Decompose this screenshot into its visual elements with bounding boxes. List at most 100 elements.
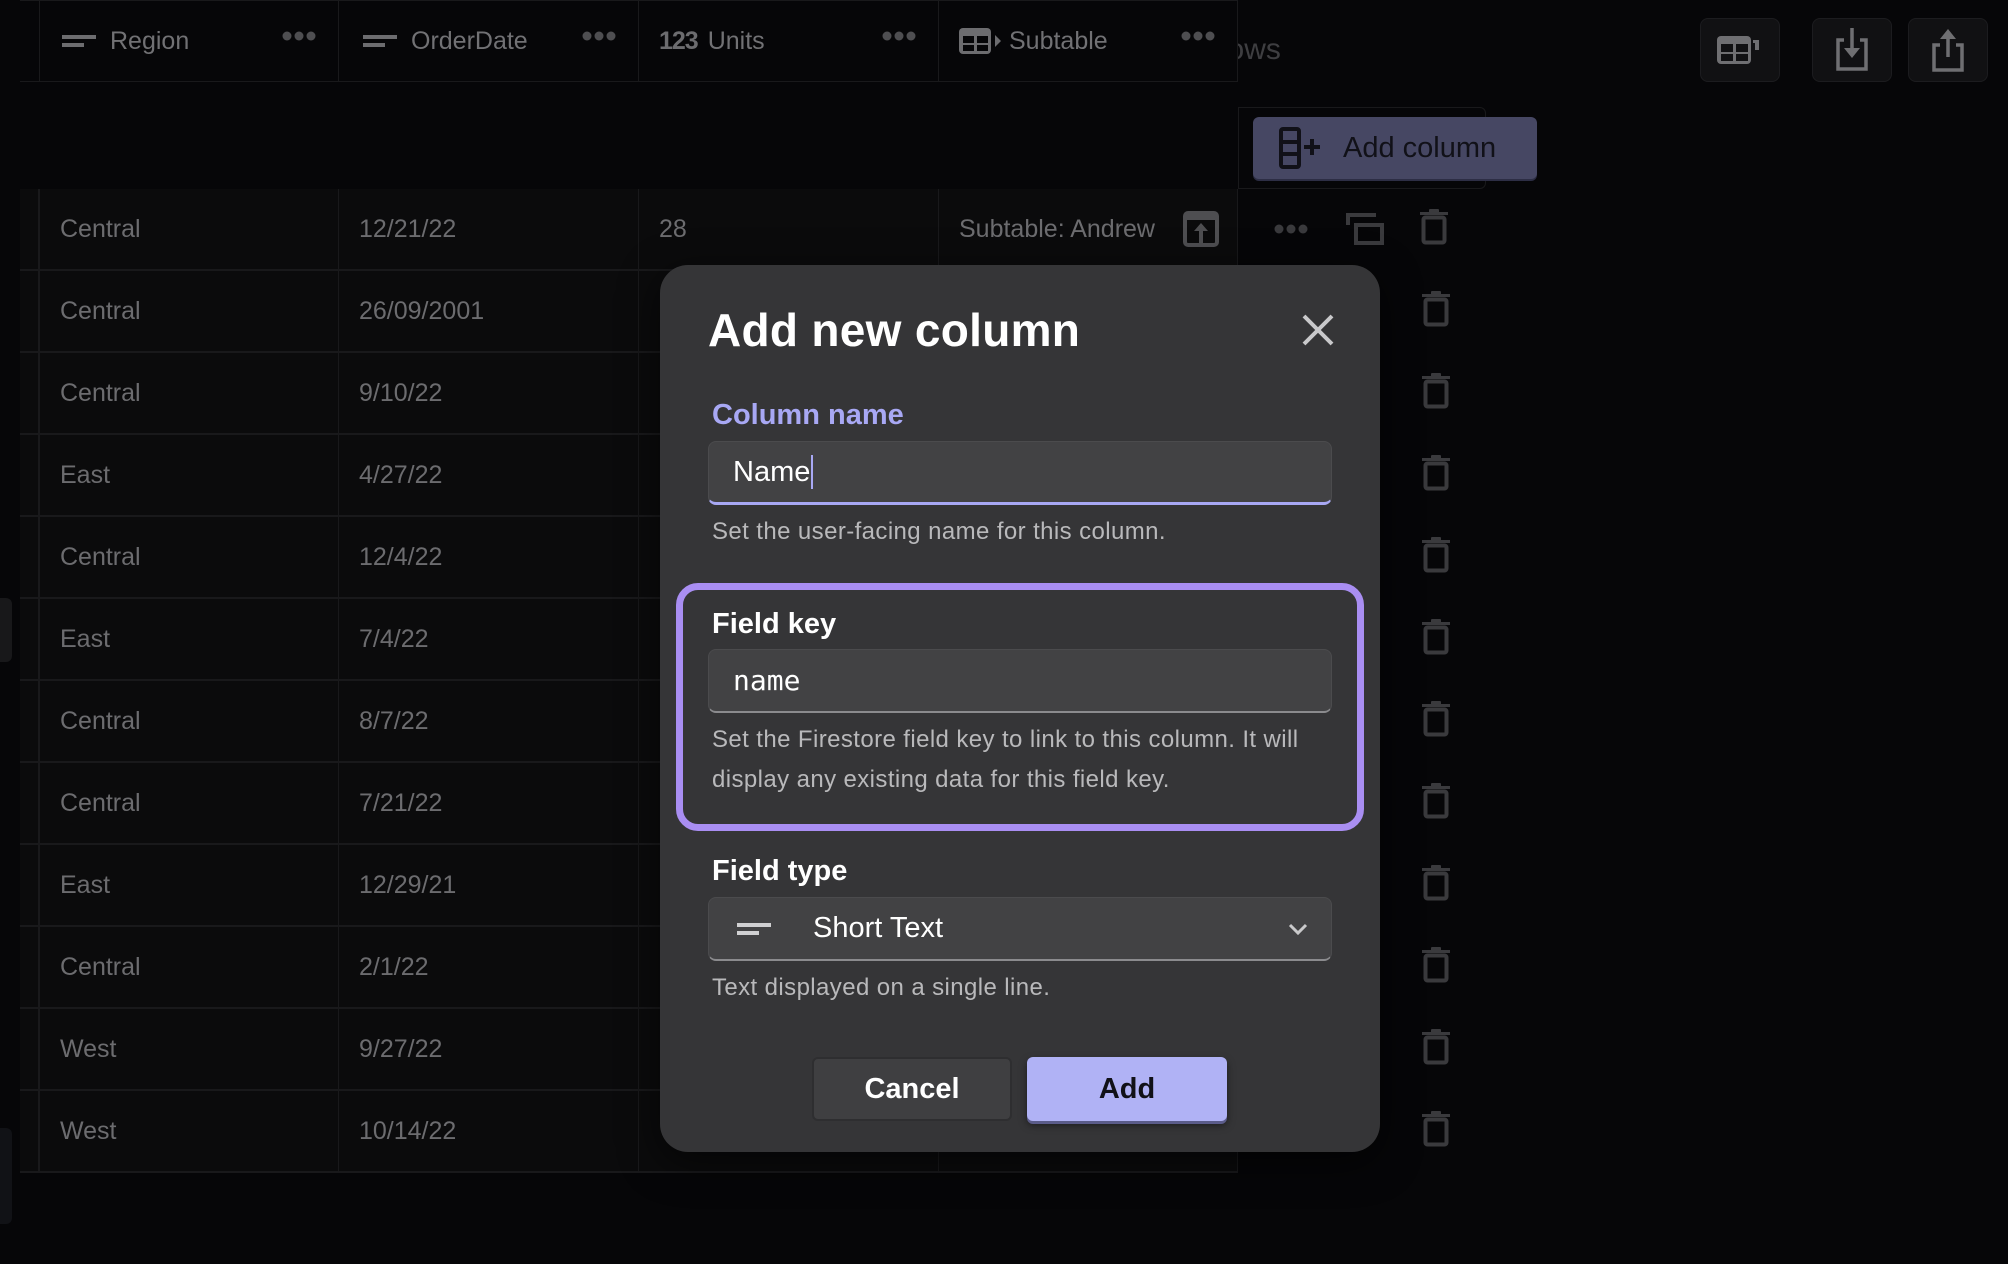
column-header-orderdate[interactable]: OrderDate [339, 0, 639, 82]
cell-text: 12/29/21 [359, 870, 457, 899]
trash-icon[interactable] [1422, 290, 1450, 327]
short-text-icon [62, 35, 96, 47]
field-key-help: Set the Firestore field key to link to t… [712, 726, 1299, 793]
column-header-subtable[interactable]: Subtable [939, 0, 1238, 82]
chevron-down-icon [1288, 923, 1308, 936]
cell-region[interactable]: East [40, 599, 339, 679]
row-stub [20, 271, 40, 351]
cell-text: East [60, 870, 111, 899]
cell-orderdate[interactable]: 7/21/22 [339, 763, 639, 843]
cell-orderdate[interactable]: 12/29/21 [339, 845, 639, 925]
row-stub [20, 353, 40, 433]
export-icon [1932, 29, 1964, 72]
column-label: Region [110, 26, 190, 55]
cell-text: 2/1/22 [359, 952, 429, 981]
cancel-button[interactable]: Cancel [812, 1057, 1012, 1121]
cell-text: 9/27/22 [359, 1034, 443, 1063]
column-label: Units [707, 26, 765, 55]
export-button[interactable] [1908, 18, 1988, 82]
table-columns-icon [1717, 36, 1759, 64]
cell-orderdate[interactable]: 4/27/22 [339, 435, 639, 515]
cell-text: Central [60, 296, 141, 325]
cell-text: 10/14/22 [359, 1116, 457, 1145]
cell-orderdate[interactable]: 7/4/22 [339, 599, 639, 679]
trash-icon[interactable] [1420, 208, 1448, 245]
cell-text: 26/09/2001 [359, 296, 485, 325]
column-name-label: Column name [712, 399, 904, 431]
field-key-label: Field key [712, 608, 837, 640]
trash-icon[interactable] [1422, 1028, 1450, 1065]
more-options-icon[interactable] [1181, 31, 1215, 41]
row-actions [1240, 189, 1448, 269]
open-subtable-icon[interactable] [1183, 211, 1219, 247]
cell-region[interactable]: West [40, 1091, 339, 1171]
cell-text: 7/4/22 [359, 624, 429, 653]
trash-icon[interactable] [1422, 946, 1450, 983]
trash-icon[interactable] [1422, 454, 1450, 491]
cell-text: Central [60, 788, 141, 817]
column-header-units[interactable]: 123 Units [639, 0, 939, 82]
cell-orderdate[interactable]: 12/4/22 [339, 517, 639, 597]
cell-region[interactable]: East [40, 845, 339, 925]
import-button[interactable] [1812, 18, 1892, 82]
cell-region[interactable]: West [40, 1009, 339, 1089]
add-column-icon [1279, 127, 1320, 169]
cell-region[interactable]: Central [40, 763, 339, 843]
cell-region[interactable]: Central [40, 681, 339, 761]
cell-text: East [60, 460, 111, 489]
more-options-icon[interactable] [882, 31, 916, 41]
side-panel-tab[interactable] [0, 598, 12, 662]
cell-text: Central [60, 378, 141, 407]
column-settings-button[interactable] [1700, 18, 1780, 82]
cell-subtable[interactable]: Subtable: Andrew [939, 189, 1238, 269]
cell-orderdate[interactable]: 12/21/22 [339, 189, 639, 269]
text-caret [811, 455, 814, 489]
cell-orderdate[interactable]: 10/14/22 [339, 1091, 639, 1171]
cell-region[interactable]: East [40, 435, 339, 515]
row-stub [20, 1091, 40, 1171]
row-stub [20, 763, 40, 843]
row-stub [20, 681, 40, 761]
more-options-icon[interactable] [582, 31, 616, 41]
dialog-title: Add new column [708, 304, 1081, 356]
trash-icon[interactable] [1422, 700, 1450, 737]
add-column-button[interactable]: Add column [1253, 117, 1537, 179]
close-icon[interactable] [1298, 310, 1338, 350]
add-column-dialog: Add new column Column name Name Set the … [660, 265, 1380, 1152]
cell-orderdate[interactable]: 26/09/2001 [339, 271, 639, 351]
cell-region[interactable]: Central [40, 517, 339, 597]
cell-region[interactable]: Central [40, 927, 339, 1007]
cell-text: West [60, 1034, 117, 1063]
subtable-icon [959, 28, 1001, 54]
field-type-select[interactable]: Short Text [708, 897, 1332, 961]
cell-orderdate[interactable]: 9/27/22 [339, 1009, 639, 1089]
cell-region[interactable]: Central [40, 271, 339, 351]
cell-orderdate[interactable]: 8/7/22 [339, 681, 639, 761]
trash-icon[interactable] [1422, 536, 1450, 573]
duplicate-row-icon[interactable] [1346, 213, 1384, 245]
trash-icon[interactable] [1422, 1110, 1450, 1147]
column-label: OrderDate [411, 26, 528, 55]
trash-icon[interactable] [1422, 782, 1450, 819]
cell-orderdate[interactable]: 9/10/22 [339, 353, 639, 433]
cell-region[interactable]: Central [40, 353, 339, 433]
add-button[interactable]: Add [1027, 1057, 1227, 1121]
column-header-region[interactable]: Region [40, 0, 339, 82]
cell-text: Central [60, 706, 141, 735]
cell-orderdate[interactable]: 2/1/22 [339, 927, 639, 1007]
more-options-icon[interactable] [1274, 224, 1308, 234]
table-row: Central 12/21/22 28 Subtable: Andrew [20, 189, 1238, 271]
cell-units[interactable]: 28 [639, 189, 939, 269]
column-name-input[interactable]: Name [708, 441, 1332, 505]
trash-icon[interactable] [1422, 618, 1450, 655]
trash-icon[interactable] [1422, 372, 1450, 409]
cell-text: Central [60, 542, 141, 571]
field-key-input[interactable]: name [708, 649, 1332, 713]
cell-region[interactable]: Central [40, 189, 339, 269]
cell-text: Central [60, 214, 141, 243]
trash-icon[interactable] [1422, 864, 1450, 901]
field-type-help: Text displayed on a single line. [712, 974, 1051, 1001]
cell-text: 9/10/22 [359, 378, 443, 407]
side-panel-tab[interactable] [0, 1128, 12, 1224]
more-options-icon[interactable] [282, 31, 316, 41]
